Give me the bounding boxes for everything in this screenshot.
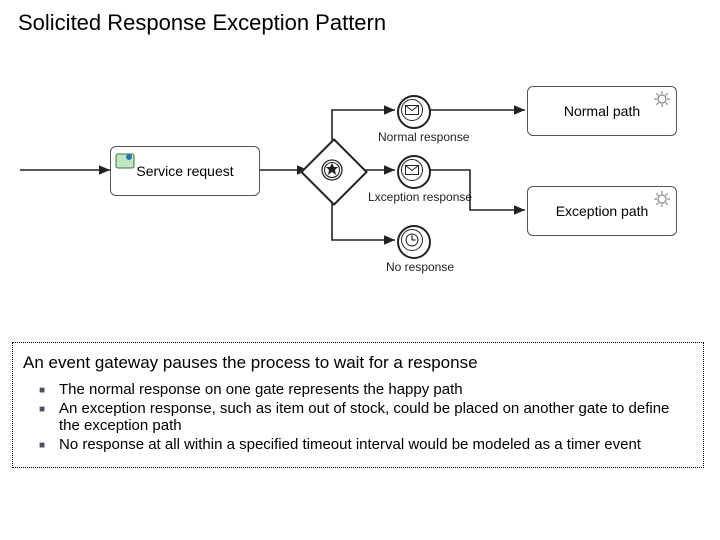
task-label: Exception path — [556, 203, 649, 219]
slide: Solicited Response Exception Pattern — [0, 0, 720, 540]
event-label: Normal response — [378, 130, 458, 144]
event-normal-response — [397, 95, 427, 125]
timer-icon — [401, 229, 423, 251]
bullet-item: An exception response, such as item out … — [59, 400, 693, 434]
event-label: No response — [385, 260, 455, 274]
caption-heading: An event gateway pauses the process to w… — [23, 353, 693, 373]
task-normal-path: Normal path — [527, 86, 677, 136]
gateway-star-icon — [320, 158, 344, 182]
task-label: Service request — [136, 163, 233, 179]
caption-box: An event gateway pauses the process to w… — [12, 342, 704, 468]
task-exception-path: Exception path — [527, 186, 677, 236]
event-exception-response — [397, 155, 427, 185]
page-title: Solicited Response Exception Pattern — [18, 10, 386, 36]
event-based-gateway — [310, 148, 354, 192]
message-icon — [401, 99, 423, 121]
service-task-icon — [115, 151, 135, 171]
bpmn-diagram: Service request Normal response — [0, 60, 720, 320]
gear-icon — [654, 91, 670, 110]
bullet-item: No response at all within a specified ti… — [59, 436, 693, 453]
event-label: Lxception response — [368, 190, 468, 204]
event-timer-no-response — [397, 225, 427, 255]
gear-icon — [654, 191, 670, 210]
task-label: Normal path — [564, 103, 640, 119]
bullet-item: The normal response on one gate represen… — [59, 381, 693, 398]
task-service-request: Service request — [110, 146, 260, 196]
message-icon — [401, 159, 423, 181]
caption-bullets: The normal response on one gate represen… — [23, 381, 693, 453]
